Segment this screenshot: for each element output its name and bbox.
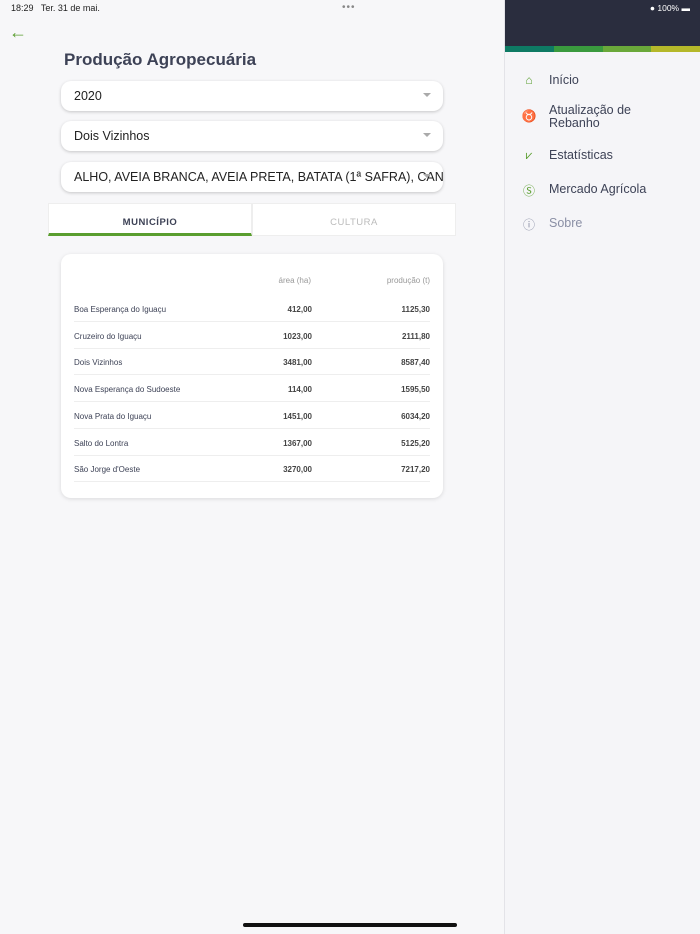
dropdown-arrow-icon [423, 93, 431, 97]
municipality-name: São Jorge d'Oeste [74, 465, 141, 475]
area-value: 412,00 [287, 305, 312, 314]
municipality-name: Salto do Lontra [74, 438, 129, 448]
color-stripe [505, 46, 700, 52]
status-date: Ter. 31 de mai. [40, 3, 100, 13]
area-value: 3481,00 [283, 358, 312, 368]
results-table: área (ha) produção (t) Boa Esperança do … [61, 254, 443, 498]
header-production: produção (t) [386, 276, 430, 285]
battery-status: ● 100% ▬ [649, 3, 690, 13]
home-icon: ⌂ [525, 73, 533, 87]
sidebar-item-label: Atualização de Rebanho [549, 103, 632, 130]
tab-municipio[interactable]: MUNICÍPIO [48, 203, 252, 236]
area-value: 3270,00 [283, 465, 312, 475]
area-value: 1367,00 [283, 438, 312, 448]
municipality-value: Dois Vizinhos [74, 129, 150, 143]
sidebar-item-inicio[interactable]: ⌂ Início [521, 73, 579, 89]
municipality-name: Nova Esperança do Sudoeste [74, 385, 181, 395]
multitask-dots-icon[interactable]: ••• [342, 2, 356, 13]
sidebar-item-label: Sobre [549, 216, 583, 230]
production-value: 1595,50 [401, 385, 430, 395]
crops-value: ALHO, AVEIA BRANCA, AVEIA PRETA, BATATA … [74, 170, 443, 184]
sidebar-header: ● 100% ▬ [505, 0, 700, 46]
table-row: Boa Esperança do Iguaçu 412,00 1125,30 [74, 295, 430, 322]
home-indicator[interactable] [243, 923, 457, 927]
sidebar-item-label: Estatísticas [549, 148, 613, 162]
tab-bar: MUNICÍPIO CULTURA [48, 203, 456, 236]
cow-icon: ♉ [521, 109, 537, 123]
header-area: área (ha) [278, 276, 311, 285]
table-row: Nova Prata do Iguaçu 1451,00 6034,20 [74, 402, 430, 429]
production-value: 6034,20 [401, 411, 430, 421]
production-value: 7217,20 [401, 465, 430, 475]
sidebar-item-sobre[interactable]: ⓘ Sobre [521, 216, 582, 232]
dropdown-arrow-icon [423, 133, 431, 137]
status-bar: 18:29 Ter. 31 de mai. [11, 3, 100, 13]
sidebar: ● 100% ▬ ⌂ Início ♉ Atualização de Rebanho… [504, 0, 700, 934]
table-row: Salto do Lontra 1367,00 5125,20 [74, 429, 430, 456]
crops-select[interactable]: ALHO, AVEIA BRANCA, AVEIA PRETA, BATATA … [61, 162, 443, 192]
municipality-select[interactable]: Dois Vizinhos [61, 121, 443, 151]
area-value: 114,00 [287, 385, 312, 395]
chart-icon: ⩗ [525, 148, 533, 162]
dollar-icon: Ⓢ [522, 184, 535, 198]
year-value: 2020 [74, 89, 102, 103]
municipality-name: Cruzeiro do Iguaçu [74, 331, 142, 341]
page-title: Produção Agropecuária [64, 50, 257, 69]
municipality-name: Dois Vizinhos [74, 358, 123, 368]
year-select[interactable]: 2020 [61, 81, 443, 111]
table-row: Cruzeiro do Iguaçu 1023,00 2111,80 [74, 322, 430, 349]
sidebar-item-mercado[interactable]: Ⓢ Mercado Agrícola [521, 182, 646, 198]
status-time: 18:29 [11, 3, 34, 13]
table-row: Dois Vizinhos 3481,00 8587,40 [74, 348, 430, 376]
production-value: 5125,20 [401, 438, 430, 448]
sidebar-item-rebanho[interactable]: ♉ Atualização de Rebanho [521, 104, 659, 130]
sidebar-item-label: Início [549, 73, 579, 87]
sidebar-item-label: Mercado Agrícola [549, 182, 647, 196]
info-icon: ⓘ [522, 218, 535, 232]
production-value: 1125,30 [401, 305, 430, 314]
back-arrow-icon[interactable]: ← [9, 22, 27, 43]
table-row: São Jorge d'Oeste 3270,00 7217,20 [74, 455, 430, 483]
municipality-name: Boa Esperança do Iguaçu [74, 305, 167, 314]
area-value: 1451,00 [283, 411, 312, 421]
sidebar-item-estatisticas[interactable]: ⩗ Estatísticas [521, 148, 613, 164]
dropdown-arrow-icon [423, 174, 431, 178]
tab-cultura[interactable]: CULTURA [252, 203, 456, 236]
table-row: Nova Esperança do Sudoeste 114,00 1595,50 [74, 375, 430, 403]
municipality-name: Nova Prata do Iguaçu [74, 411, 152, 421]
area-value: 1023,00 [283, 331, 312, 341]
battery-text: 100% [657, 3, 680, 13]
production-value: 8587,40 [401, 358, 430, 368]
production-value: 2111,80 [401, 331, 430, 341]
